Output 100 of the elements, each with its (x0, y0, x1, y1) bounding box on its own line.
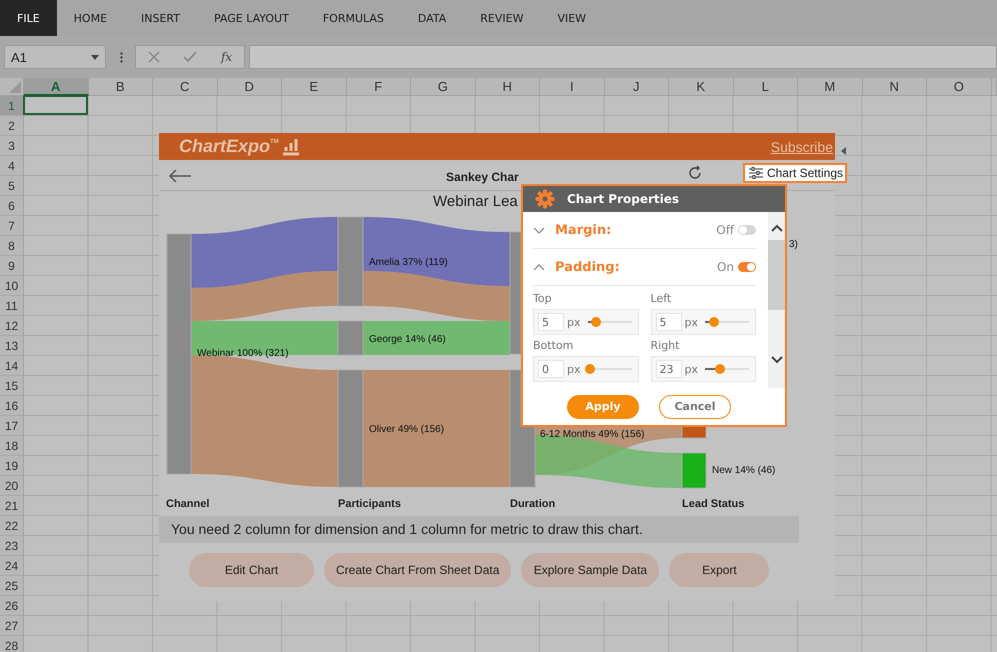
slider[interactable] (588, 364, 632, 374)
chevron-up-icon[interactable] (533, 264, 545, 270)
row-header[interactable]: 3 (0, 136, 24, 156)
row-header[interactable]: 19 (0, 456, 24, 476)
slider-thumb[interactable] (584, 364, 595, 374)
cancel-icon[interactable] (148, 51, 160, 63)
slider-thumb[interactable] (708, 317, 719, 327)
column-header[interactable]: H (476, 78, 540, 96)
selected-cell[interactable] (23, 95, 88, 115)
row-header[interactable]: 20 (0, 476, 24, 496)
field-label: Bottom (533, 339, 574, 352)
row-header[interactable]: 16 (0, 396, 24, 416)
gear-icon (535, 189, 555, 209)
row-header[interactable]: 4 (0, 156, 24, 176)
number-input[interactable]: 5 (656, 313, 682, 331)
unit-label: px (567, 362, 580, 376)
scrollbar[interactable] (768, 212, 785, 388)
chevron-down-icon[interactable] (533, 226, 545, 234)
row-header[interactable]: 5 (0, 176, 24, 196)
formula-input[interactable] (249, 45, 997, 69)
caret-icon (91, 54, 99, 60)
row-header[interactable]: 25 (0, 576, 24, 596)
chart-settings-button[interactable]: Chart Settings (742, 163, 847, 183)
column-header[interactable]: E (282, 78, 346, 96)
chart-type-title: Sankey Char (446, 170, 519, 184)
action-button[interactable]: Explore Sample Data (521, 553, 660, 587)
reset-icon[interactable] (686, 165, 703, 181)
action-button[interactable]: Export (669, 553, 770, 587)
row-header[interactable]: 7 (0, 216, 24, 236)
row-header[interactable]: 6 (0, 196, 24, 216)
column-header[interactable]: F (346, 78, 411, 96)
row-header[interactable]: 15 (0, 376, 24, 396)
row-header[interactable]: 23 (0, 536, 24, 556)
ribbon-tab[interactable]: FORMULAS (306, 0, 401, 36)
row-header[interactable]: 8 (0, 236, 24, 256)
column-header[interactable]: B (88, 78, 153, 96)
scroll-down-icon[interactable] (770, 356, 782, 364)
row-header[interactable]: 17 (0, 416, 24, 436)
slider-thumb[interactable] (591, 317, 602, 327)
ribbon-tab[interactable]: FILE (0, 0, 57, 36)
row-header[interactable]: 18 (0, 436, 24, 456)
ribbon-tab[interactable]: DATA (400, 0, 464, 36)
column-header[interactable]: M (798, 78, 862, 96)
unit-label: px (684, 316, 698, 328)
node-label: Webinar 100% (321) (197, 348, 289, 359)
row-header[interactable]: 21 (0, 496, 24, 516)
cancel-button[interactable]: Cancel (659, 394, 731, 418)
row-header[interactable]: 9 (0, 256, 24, 276)
row-header[interactable]: 2 (0, 116, 24, 136)
ribbon-tab[interactable]: REVIEW (463, 0, 540, 36)
axis-label: Channel (166, 498, 210, 512)
back-arrow-icon[interactable] (168, 169, 192, 183)
column-header[interactable]: J (604, 78, 669, 96)
action-button[interactable]: Edit Chart (189, 553, 314, 587)
number-input[interactable]: 5 (538, 313, 564, 331)
sankey-node (338, 320, 364, 356)
column-header[interactable]: G (411, 78, 476, 96)
row-header[interactable]: 13 (0, 336, 24, 356)
row-header[interactable]: 24 (0, 556, 24, 576)
column-header[interactable]: D (218, 78, 282, 96)
row-header[interactable]: 11 (0, 296, 24, 316)
number-input[interactable]: 23 (656, 360, 682, 378)
row-header[interactable]: 22 (0, 516, 24, 536)
scroll-up-icon[interactable] (770, 224, 782, 232)
toggle-switch[interactable] (738, 262, 756, 272)
ribbon-tab[interactable]: HOME (56, 0, 124, 36)
node-label: New 14% (46) (712, 465, 776, 476)
ribbon-tab[interactable]: VIEW (540, 0, 604, 36)
check-icon[interactable] (183, 51, 198, 63)
slider[interactable] (588, 317, 632, 327)
ribbon-tab[interactable]: INSERT (124, 0, 197, 36)
column-header[interactable]: L (734, 78, 798, 96)
name-box[interactable]: A1 (4, 45, 106, 69)
ribbon-tab[interactable]: PAGE LAYOUT (197, 0, 306, 36)
scrollbar-thumb[interactable] (768, 240, 785, 310)
row-header[interactable]: 14 (0, 356, 24, 376)
unit-label: px (567, 316, 580, 328)
row-header[interactable]: 28 (0, 636, 24, 652)
insert-function-button[interactable]: fx (220, 50, 232, 64)
row-header[interactable]: 27 (0, 616, 24, 636)
column-header[interactable]: I (540, 78, 604, 96)
toggle-switch[interactable] (738, 225, 756, 235)
column-header[interactable]: O (927, 78, 992, 96)
slider[interactable] (705, 317, 749, 327)
sankey-node (682, 452, 706, 488)
slider[interactable] (705, 364, 749, 374)
column-header[interactable] (992, 78, 997, 96)
row-header[interactable]: 26 (0, 596, 24, 616)
select-all-button[interactable] (0, 78, 24, 96)
column-header[interactable]: K (669, 78, 734, 96)
row-header[interactable]: 12 (0, 316, 24, 336)
triangle-icon (9, 81, 21, 93)
column-header[interactable]: C (153, 78, 218, 96)
caret-icon[interactable] (841, 147, 846, 155)
number-input[interactable]: 0 (538, 360, 564, 378)
more-icon[interactable] (120, 52, 123, 62)
action-button[interactable]: Create Chart From Sheet Data (324, 553, 512, 587)
row-header[interactable]: 10 (0, 276, 24, 296)
column-header[interactable]: N (862, 78, 927, 96)
slider-thumb[interactable] (715, 364, 726, 374)
